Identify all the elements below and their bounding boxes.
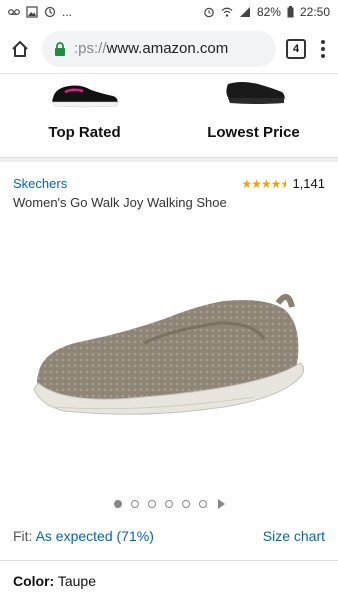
lock-icon [55, 41, 65, 56]
gallery-icon [26, 6, 38, 18]
carousel-dot[interactable] [198, 500, 207, 508]
image-carousel-indicator [0, 494, 338, 514]
url-bar[interactable]: :ps://www.amazon.com [42, 30, 276, 67]
color-label: Color: [13, 573, 55, 589]
star-rating-icon: ★★★★★ [241, 176, 287, 191]
browser-toolbar: :ps://www.amazon.com 4 [0, 24, 338, 74]
carousel-dot[interactable] [130, 500, 139, 508]
carousel-dot[interactable] [147, 500, 156, 508]
video-play-icon[interactable] [217, 499, 225, 509]
fit-value-link[interactable]: As expected (71%) [36, 528, 154, 544]
tab-switcher-button[interactable]: 4 [286, 38, 306, 59]
brand-link[interactable]: Skechers [13, 176, 67, 191]
menu-dot-icon [321, 39, 325, 44]
compare-label-lowest-price: Lowest Price [207, 124, 300, 141]
compare-label-top-rated: Top Rated [48, 124, 121, 141]
status-bar: ... 82% 22:50 [0, 0, 338, 24]
status-right: 82% 22:50 [203, 5, 330, 19]
carousel-dot[interactable] [181, 500, 190, 508]
wifi-icon [221, 7, 233, 17]
color-value: Taupe [57, 573, 97, 589]
sync-icon [44, 6, 56, 18]
size-chart-link[interactable]: Size chart [263, 528, 325, 544]
fit-label: Fit: [13, 528, 33, 544]
shoe-thumbnail-black-pink [51, 85, 118, 108]
rating-count: 1,141 [292, 176, 325, 191]
signal-icon [239, 7, 250, 17]
overflow-menu-button[interactable] [316, 39, 330, 58]
menu-dot-icon [321, 46, 325, 51]
product-image[interactable] [0, 224, 338, 494]
carousel-dot[interactable] [164, 500, 173, 508]
voicemail-icon [8, 9, 20, 15]
carousel-dot[interactable] [113, 500, 122, 508]
rating-summary[interactable]: ★★★★★ 1,141 [241, 176, 325, 191]
clock: 22:50 [299, 5, 330, 19]
compare-strip: Top Rated Lowest Price [0, 74, 338, 158]
product-header: Skechers ★★★★★ 1,141 [0, 162, 338, 191]
home-icon [12, 40, 28, 57]
menu-dot-icon [321, 53, 325, 58]
compare-lowest-price[interactable]: Lowest Price [169, 74, 338, 157]
url-host: www.amazon.com [106, 40, 229, 57]
status-left: ... [8, 5, 72, 19]
battery-icon [287, 6, 294, 18]
shoe-thumbnail-black [225, 82, 285, 104]
color-selector: Color: Taupe [0, 560, 338, 600]
url-scheme: :ps:// [74, 40, 107, 57]
alarm-icon [204, 7, 214, 18]
battery-percent: 82% [256, 5, 281, 19]
compare-top-rated[interactable]: Top Rated [0, 74, 169, 157]
more-notifications: ... [62, 5, 73, 19]
product-title: Women's Go Walk Joy Walking Shoe [13, 195, 227, 210]
fit-row: Fit: As expected (71%) Size chart [0, 528, 338, 544]
tab-count: 4 [292, 42, 300, 55]
shoe-image [33, 294, 305, 415]
home-button[interactable] [8, 37, 32, 61]
